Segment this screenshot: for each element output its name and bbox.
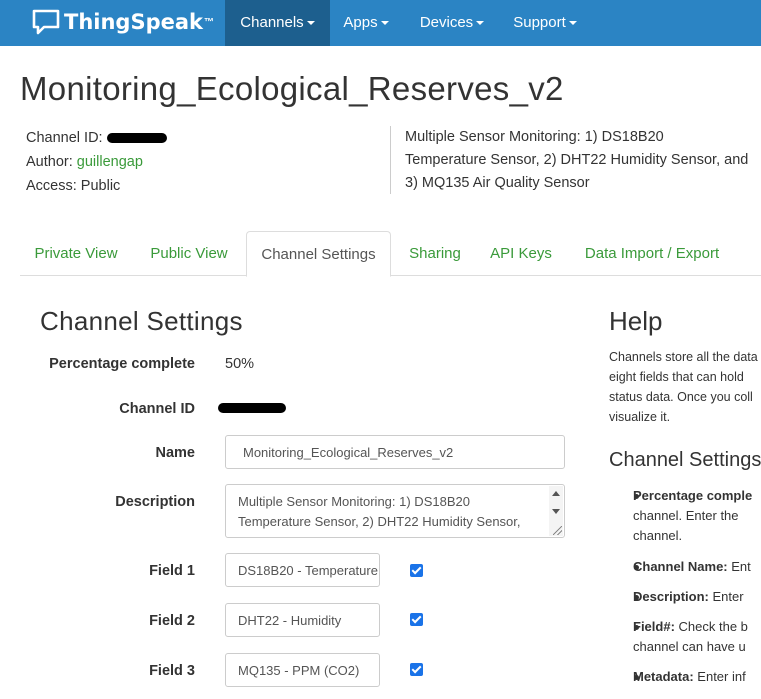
description-text-line: Temperature Sensor, 2) DHT22 Humidity Se… <box>238 514 521 529</box>
author-link[interactable]: guillengap <box>77 154 143 170</box>
page-title: Monitoring_Ecological_Reserves_v2 <box>20 70 564 107</box>
name-label: Name <box>155 445 196 461</box>
help-line: channel can have u <box>633 639 746 654</box>
scroll-down-icon[interactable] <box>552 509 560 514</box>
meta-divider <box>390 126 391 194</box>
help-term: Channel Name: <box>633 559 728 574</box>
help-subtitle: Channel Settings <box>609 449 761 471</box>
help-line: channel. <box>633 528 683 543</box>
settings-title: Channel Settings <box>40 306 243 336</box>
field-1-label: Field 1 <box>149 563 195 579</box>
help-term: Percentage comple <box>633 488 753 503</box>
help-text-line: Channels store all the data <box>609 350 758 364</box>
brand-logo[interactable]: ThingSpeak ™ <box>32 6 214 38</box>
help-term: Metadata: <box>633 669 694 684</box>
help-text-line: status data. Once you coll <box>609 390 753 404</box>
chevron-down-icon <box>568 21 577 26</box>
nav-channels-label: Channels <box>240 14 304 31</box>
help-rest: Check the b <box>674 619 748 634</box>
author-label: Author: <box>26 154 73 170</box>
navbar: ThingSpeak ™ Channels Apps Devices Suppor… <box>0 0 761 46</box>
channel-id-label: Channel ID: <box>26 130 103 146</box>
help-text-line: eight fields that can hold <box>609 370 744 384</box>
channel-description: Multiple Sensor Monitoring: 1) DS18B20 T… <box>405 126 761 195</box>
channel-meta: Channel ID: Author: guillengap Access: P… <box>26 126 167 198</box>
field-3-checkbox[interactable] <box>410 663 423 676</box>
chevron-down-icon <box>380 21 389 26</box>
channel-tabs: Private View Public View Channel Setting… <box>20 231 761 277</box>
tab-sharing[interactable]: Sharing <box>398 231 472 276</box>
field-3-input[interactable]: MQ135 - PPM (CO2) <box>225 653 380 687</box>
tab-channel-settings[interactable]: Channel Settings <box>246 231 391 277</box>
help-item-metadata: Metadata: Enter inf <box>633 667 761 687</box>
help-item-field: Field#: Check the b channel can have u <box>633 617 761 657</box>
help-text-line: visualize it. <box>609 410 671 424</box>
help-rest: Enter inf <box>693 669 746 684</box>
chevron-down-icon <box>476 21 485 26</box>
field-2-label: Field 2 <box>149 613 195 629</box>
field-3-label: Field 3 <box>149 663 195 679</box>
tab-api-keys[interactable]: API Keys <box>486 231 556 276</box>
nav-apps[interactable]: Apps <box>333 0 399 46</box>
access-row: Access: Public <box>26 174 167 198</box>
description-line: Multiple Sensor Monitoring: 1) DS18B20 <box>405 129 664 145</box>
description-text-line: Multiple Sensor Monitoring: 1) DS18B20 <box>238 494 470 509</box>
description-line: 3) MQ135 Air Quality Sensor <box>405 175 590 191</box>
tab-data-import-export[interactable]: Data Import / Export <box>577 231 727 276</box>
tab-private-view[interactable]: Private View <box>20 231 132 276</box>
help-term: Field#: <box>633 619 675 634</box>
chevron-down-icon <box>306 21 315 26</box>
percentage-label: Percentage complete <box>49 356 195 372</box>
percentage-value: 50% <box>225 356 255 372</box>
redacted-channel-id-value <box>218 403 286 413</box>
channel-id-form-label: Channel ID <box>119 401 195 417</box>
help-item-percentage: Percentage comple channel. Enter the cha… <box>633 486 761 546</box>
help-text: Channels store all the data eight fields… <box>609 347 761 427</box>
field-2-checkbox[interactable] <box>410 613 423 626</box>
speech-bubble-icon <box>32 9 60 35</box>
channel-id-row: Channel ID: <box>26 126 167 150</box>
field-2-input[interactable]: DHT22 - Humidity <box>225 603 380 637</box>
description-textarea[interactable]: Multiple Sensor Monitoring: 1) DS18B20 T… <box>225 484 565 538</box>
help-rest: Enter <box>708 589 744 604</box>
nav-devices[interactable]: Devices <box>411 0 493 46</box>
description-label: Description <box>115 494 195 510</box>
description-line: Temperature Sensor, 2) DHT22 Humidity Se… <box>405 152 749 168</box>
help-line: channel. Enter the <box>633 508 739 523</box>
resize-grip-icon[interactable] <box>553 526 562 535</box>
nav-support-label: Support <box>513 14 566 31</box>
name-input[interactable]: Monitoring_Ecological_Reserves_v2 <box>225 435 565 469</box>
brand-name: ThingSpeak <box>64 10 203 34</box>
help-item-description: Description: Enter <box>633 587 761 607</box>
nav-devices-label: Devices <box>419 14 474 31</box>
tab-public-view[interactable]: Public View <box>138 231 240 276</box>
help-rest: Ent <box>727 559 751 574</box>
author-row: Author: guillengap <box>26 150 167 174</box>
help-term: Description: <box>633 589 709 604</box>
access-label: Access: <box>26 178 77 194</box>
nav-apps-label: Apps <box>343 14 378 31</box>
help-item-channel-name: Channel Name: Ent <box>633 557 761 577</box>
access-value: Public <box>80 178 121 194</box>
field-1-checkbox[interactable] <box>410 564 423 577</box>
nav-support[interactable]: Support <box>504 0 586 46</box>
redacted-channel-id <box>106 133 167 144</box>
brand-trademark: ™ <box>204 16 214 28</box>
nav-channels[interactable]: Channels <box>225 0 330 46</box>
scroll-up-icon[interactable] <box>552 491 560 496</box>
help-title: Help <box>609 306 663 336</box>
field-1-input[interactable]: DS18B20 - Temperature <box>225 553 380 587</box>
